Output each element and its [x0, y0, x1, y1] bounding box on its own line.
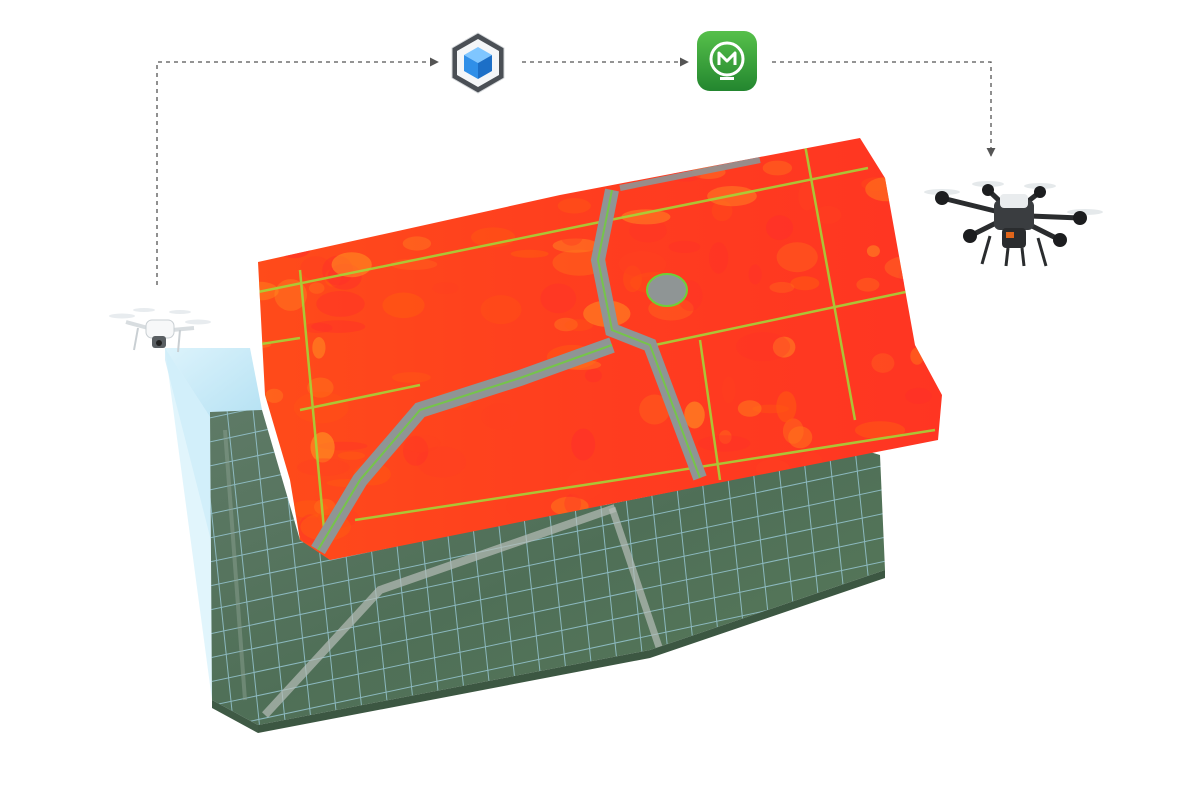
ndvi-patch	[345, 138, 395, 158]
ndvi-patch	[762, 160, 793, 176]
ndvi-patch	[721, 376, 736, 404]
ndvi-patch	[432, 282, 459, 294]
ndvi-patch	[531, 161, 587, 183]
ndvi-patch	[312, 337, 326, 359]
ndvi-patch	[261, 213, 286, 245]
ndvi-patch	[413, 203, 432, 216]
ndvi-patch	[898, 266, 930, 287]
ndvi-patch	[510, 249, 549, 258]
ndvi-patch	[303, 322, 333, 333]
ndvi-patch	[708, 242, 729, 274]
ndvi-patch	[584, 368, 602, 383]
ndvi-patch	[557, 198, 591, 214]
ndvi-patch	[697, 435, 751, 452]
ndvi-patch	[871, 353, 895, 373]
ndvi-patch	[668, 240, 701, 253]
ndvi-patch	[506, 494, 551, 520]
ndvi-patch	[468, 177, 511, 191]
ndvi-patch	[905, 387, 932, 404]
ndvi-patch	[583, 152, 609, 172]
ndvi-patch	[769, 281, 795, 293]
agriculture-app-icon	[697, 31, 757, 91]
ndvi-patch	[277, 237, 312, 259]
ndvi-patch	[475, 138, 491, 165]
workflow-diagram	[109, 31, 1103, 740]
ndvi-patch	[910, 347, 924, 365]
ndvi-patch	[258, 340, 272, 349]
spray-drone-icon	[924, 181, 1103, 267]
ndvi-patch	[402, 236, 432, 251]
ndvi-patch	[776, 391, 797, 423]
ndvi-patch	[382, 292, 425, 319]
ndvi-patch	[337, 451, 366, 460]
connector-agras-to-spray-drone	[772, 61, 996, 157]
ndvi-patch	[790, 276, 820, 291]
ndvi-patch	[293, 138, 330, 163]
ndvi-patch	[308, 282, 325, 294]
ndvi-patch	[866, 245, 880, 257]
ndvi-patch	[571, 428, 596, 461]
ndvi-patch	[736, 332, 791, 362]
ndvi-patch	[540, 283, 577, 314]
ndvi-patch	[766, 215, 794, 241]
ndvi-patch	[392, 372, 431, 383]
ndvi-patch	[558, 169, 573, 187]
ndvi-patch	[297, 458, 350, 477]
ndvi-patch	[856, 277, 880, 292]
ndvi-patch	[912, 509, 934, 522]
ndvi-patch	[258, 200, 280, 233]
ndvi-patch	[865, 177, 909, 202]
survey-drone-icon	[109, 308, 211, 353]
ndvi-patch	[265, 388, 284, 403]
ndvi-patch	[901, 170, 942, 180]
ndvi-patch	[324, 138, 370, 160]
cube-logo-icon	[451, 32, 505, 94]
ndvi-patch	[884, 255, 936, 280]
ndvi-patch	[897, 138, 924, 149]
ndvi-patch	[297, 201, 331, 216]
grid-line	[902, 400, 937, 740]
ndvi-patch	[410, 190, 444, 215]
ndvi-patch	[748, 264, 762, 285]
ndvi-patch	[737, 400, 762, 417]
ndvi-patch	[302, 161, 323, 177]
ndvi-patch	[895, 468, 942, 483]
ndvi-patch	[293, 391, 349, 424]
ndvi-patch	[481, 403, 519, 430]
ndvi-patch	[305, 215, 324, 242]
ndvi-patch	[480, 295, 522, 325]
ndvi-patch	[776, 242, 818, 273]
ndvi-patch	[918, 210, 937, 219]
ndvi-patch	[316, 291, 365, 317]
ndvi-patch	[310, 432, 335, 463]
